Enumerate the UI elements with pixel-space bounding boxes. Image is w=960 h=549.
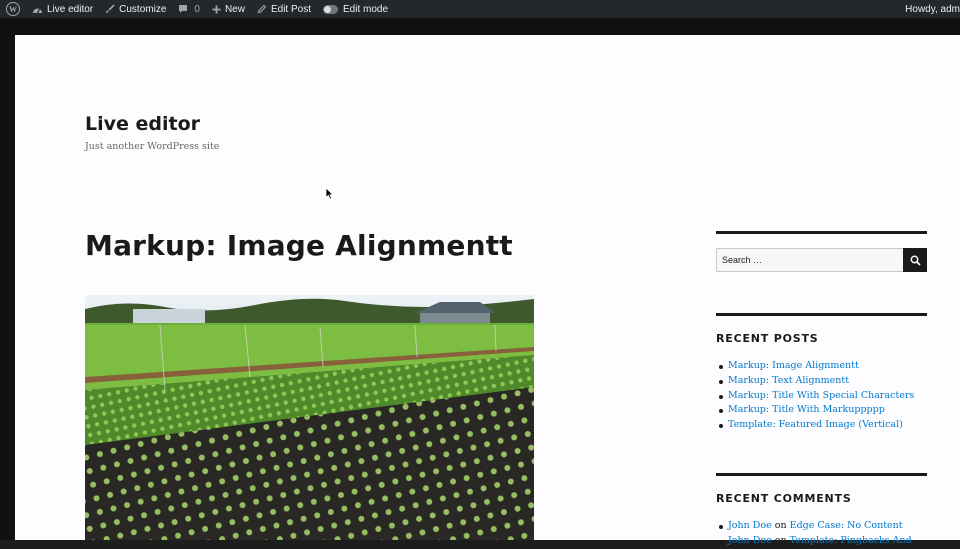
list-item: Markup: Title With Markuppppp [718,403,914,418]
comments-link[interactable]: 0 [172,0,206,18]
comment-on-text: on [774,534,787,546]
comment-author-link[interactable]: John Doe [728,535,772,546]
list-item: Markup: Image Alignmentt [718,359,914,374]
customize-label: Customize [119,3,167,15]
recent-comments-heading: RECENT COMMENTS [716,492,852,505]
site-description: Just another WordPress site [85,141,220,152]
recent-posts-heading: RECENT POSTS [716,332,819,345]
list-item: Markup: Text Alignmentt [718,374,914,389]
recent-posts-list: Markup: Image Alignmentt Markup: Text Al… [716,359,914,433]
admin-bar: W Live editor Customize 0 New Edit Post … [0,0,960,18]
featured-image [85,295,534,540]
site-page: Live editor Just another WordPress site … [15,35,960,546]
comment-post-link[interactable]: Template: Pingbacks And [790,535,912,546]
recent-post-link[interactable]: Template: Featured Image (Vertical) [728,419,903,430]
customize-link[interactable]: Customize [99,0,172,18]
recent-post-link[interactable]: Markup: Title With Markuppppp [728,404,885,415]
comments-count: 0 [194,3,200,15]
list-item: John Doe on Template: Pingbacks And [719,534,912,549]
list-item: John Doe on Edge Case: No Content [719,519,912,534]
account-menu[interactable]: Howdy, adm [899,0,960,18]
search-icon [910,255,921,266]
wordpress-menu[interactable]: W [0,0,26,18]
search-input[interactable] [716,248,903,272]
recent-post-link[interactable]: Markup: Text Alignmentt [728,375,849,386]
new-content-menu[interactable]: New [206,0,251,18]
site-name-label: Live editor [47,3,94,15]
search-form [716,248,927,272]
wordpress-logo-icon: W [6,2,20,16]
mouse-cursor-icon [325,187,334,200]
edit-post-label: Edit Post [270,3,311,15]
pencil-icon [257,4,267,14]
widget-divider [716,473,927,476]
recent-post-link[interactable]: Markup: Title With Special Characters [728,390,914,401]
toggle-icon [323,4,338,14]
post-title[interactable]: Markup: Image Alignmentt [85,229,513,262]
howdy-label: Howdy, adm [905,3,960,15]
comment-author-link[interactable]: John Doe [728,520,772,531]
recent-comments-list: John Doe on Edge Case: No Content John D… [716,519,912,549]
comment-post-link[interactable]: Edge Case: No Content [790,520,903,531]
list-item: Template: Featured Image (Vertical) [718,418,914,433]
list-item: Markup: Title With Special Characters [718,389,914,404]
widget-divider [716,231,927,234]
site-name-menu[interactable]: Live editor [26,0,99,18]
new-label: New [224,3,245,15]
plus-icon [212,5,221,14]
comment-on-text: on [774,520,787,531]
site-title[interactable]: Live editor [85,113,200,135]
edit-mode-toggle[interactable]: Edit mode [317,0,394,18]
recent-post-link[interactable]: Markup: Image Alignmentt [728,360,859,371]
brush-icon [105,4,115,14]
comment-bubble-icon [178,4,188,14]
search-button[interactable] [903,248,927,272]
dashboard-icon [32,5,43,14]
widget-divider [716,313,927,316]
page-frame: Live editor Just another WordPress site … [0,18,960,546]
edit-mode-label: Edit mode [343,3,389,15]
edit-post-link[interactable]: Edit Post [251,0,317,18]
